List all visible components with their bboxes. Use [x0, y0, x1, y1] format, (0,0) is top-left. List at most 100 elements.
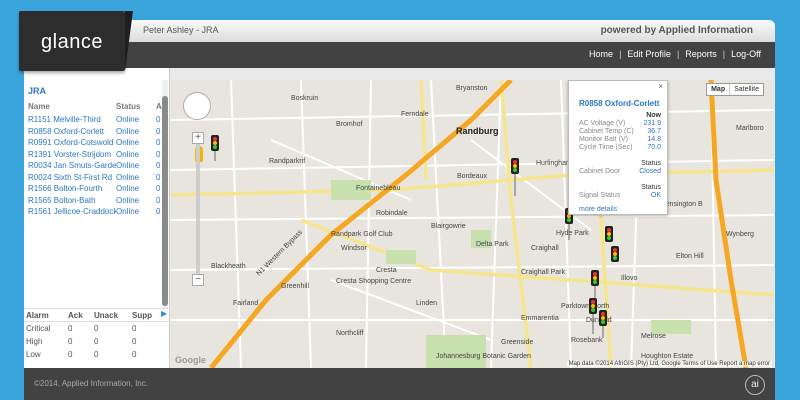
- item-status[interactable]: Online: [116, 160, 156, 172]
- alarm-unack: 0: [94, 324, 99, 333]
- list-item[interactable]: R1561 Jellicoe-Craddock Online 0: [28, 206, 164, 218]
- scroll-thumb[interactable]: [162, 96, 168, 306]
- map-label: Randburg: [456, 126, 499, 136]
- item-status[interactable]: Online: [116, 149, 156, 161]
- item-status[interactable]: Online: [116, 126, 156, 138]
- zoom-control[interactable]: + −: [192, 132, 204, 288]
- google-logo: Google: [175, 355, 206, 365]
- map-label: Randparkrif: [269, 158, 305, 165]
- info-title[interactable]: R0858 Oxford-Corlett: [579, 99, 661, 108]
- map-label: Greenhill: [281, 283, 309, 290]
- nav-reports[interactable]: Reports: [685, 49, 717, 59]
- map-label: Fontainebleau: [356, 185, 400, 192]
- info-status-label: Status: [641, 184, 661, 191]
- list-header: Name Status A: [28, 102, 164, 111]
- item-name[interactable]: R1566 Bolton-Fourth: [28, 183, 116, 195]
- info-row: Cabinet Temp (C) 36.7: [579, 128, 661, 136]
- nav-bar: Home | Edit Profile | Reports | Log-Off: [125, 42, 775, 68]
- item-name[interactable]: R0024 Sixth St-First Rd: [28, 172, 116, 184]
- item-status[interactable]: Online: [116, 206, 156, 218]
- signal-list: R1151 Melville-Third Online 0 R0858 Oxford…: [28, 114, 164, 218]
- header-strip: Peter Ashley - JRA powered by Applied In…: [125, 20, 775, 42]
- traffic-light-icon[interactable]: [599, 310, 607, 338]
- info-label: Monitor Batt (V): [579, 136, 629, 143]
- alarm-unack: 0: [94, 350, 99, 359]
- item-status[interactable]: Online: [116, 172, 156, 184]
- nav-log-off[interactable]: Log-Off: [731, 49, 761, 59]
- alarm-unack: 0: [94, 337, 99, 346]
- map-view[interactable]: Randburg Ferndale Bordeaux Randparkrif B…: [171, 80, 774, 368]
- map-label: Blackheath: [211, 263, 246, 270]
- panel-title[interactable]: JRA: [28, 86, 46, 96]
- map-attribution[interactable]: Map data ©2014 AfriGIS (Pty) Ltd, Google…: [566, 361, 772, 367]
- alarm-level: Critical: [26, 324, 51, 333]
- nav-edit-profile[interactable]: Edit Profile: [627, 49, 671, 59]
- map-label: Marlboro: [736, 125, 764, 132]
- more-details-link[interactable]: more details: [579, 206, 661, 213]
- info-label: AC Voltage (V): [579, 120, 626, 127]
- list-item[interactable]: R1565 Bolton-Bath Online 0: [28, 195, 164, 207]
- item-status[interactable]: Online: [116, 137, 156, 149]
- alarm-header: Alarm Ack Unack Supp: [24, 308, 170, 322]
- map-label: Bordeaux: [457, 173, 487, 180]
- list-item[interactable]: R1391 Vorster-Strijdom Online 0: [28, 149, 164, 161]
- map-canvas[interactable]: Randburg Ferndale Bordeaux Randparkrif B…: [171, 80, 774, 368]
- signal-status-value: OK: [650, 192, 661, 199]
- list-item[interactable]: R0034 Jan Smuts-Garden Online 0: [28, 160, 164, 172]
- map-label: Robindale: [376, 210, 408, 217]
- item-name[interactable]: R0991 Oxford-Cotswold: [28, 137, 116, 149]
- nav-home[interactable]: Home: [589, 49, 613, 59]
- map-type-map-button[interactable]: Map: [707, 84, 731, 95]
- list-item[interactable]: R0991 Oxford-Cotswold Online 0: [28, 137, 164, 149]
- zoom-in-button[interactable]: +: [192, 132, 204, 144]
- item-name[interactable]: R0034 Jan Smuts-Garden: [28, 160, 116, 172]
- traffic-light-icon[interactable]: [589, 298, 597, 334]
- traffic-light-icon[interactable]: [605, 226, 613, 242]
- map-label: Blairgowrie: [431, 223, 466, 230]
- item-name[interactable]: R1151 Melville-Third: [28, 114, 116, 126]
- map-label: Melrose: [641, 333, 666, 340]
- user-name: Peter Ashley - JRA: [143, 25, 219, 35]
- expand-arrow-icon[interactable]: ▶: [161, 309, 167, 318]
- item-name[interactable]: R1565 Bolton-Bath: [28, 195, 116, 207]
- close-icon[interactable]: ×: [658, 82, 663, 91]
- copyright: ©2014, Applied Information, Inc.: [34, 379, 148, 388]
- map-label: Bryanston: [456, 85, 488, 92]
- col-unack: Unack: [94, 311, 119, 320]
- alarm-supp: 0: [132, 350, 137, 359]
- list-item[interactable]: R0024 Sixth St-First Rd Online 0: [28, 172, 164, 184]
- item-name[interactable]: R0858 Oxford-Corlett: [28, 126, 116, 138]
- item-name[interactable]: R1391 Vorster-Strijdom: [28, 149, 116, 161]
- traffic-light-icon[interactable]: [511, 158, 519, 196]
- list-scrollbar[interactable]: [162, 80, 168, 308]
- list-item[interactable]: R1151 Melville-Third Online 0: [28, 114, 164, 126]
- info-row: Signal Status OK: [579, 192, 661, 200]
- item-name[interactable]: R1561 Jellicoe-Craddock: [28, 206, 116, 218]
- list-item[interactable]: R1566 Bolton-Fourth Online 0: [28, 183, 164, 195]
- list-item[interactable]: R0858 Oxford-Corlett Online 0: [28, 126, 164, 138]
- map-label: Ferndale: [401, 111, 429, 118]
- map-label: Greenside: [501, 339, 533, 346]
- traffic-light-icon[interactable]: [591, 270, 599, 298]
- map-label: Windsor: [341, 245, 367, 252]
- glance-logo[interactable]: glance: [19, 11, 133, 71]
- info-label: Signal Status: [579, 192, 621, 199]
- info-row: Cabinet Door Closed: [579, 168, 661, 176]
- map-type-satellite-button[interactable]: Satellite: [730, 84, 763, 95]
- pan-control[interactable]: [183, 92, 211, 120]
- traffic-light-icon[interactable]: [611, 246, 619, 262]
- traffic-light-icon[interactable]: [211, 135, 219, 161]
- zoom-out-button[interactable]: −: [192, 274, 204, 286]
- item-status[interactable]: Online: [116, 195, 156, 207]
- logo-text: glance: [41, 30, 103, 53]
- nav-separator: |: [676, 49, 680, 59]
- map-label: Hurlingham: [536, 160, 572, 167]
- signal-list-panel: JRA Name Status A R1151 Melville-Third On…: [24, 68, 170, 368]
- alarm-ack: 0: [68, 350, 73, 359]
- info-row: Status: [579, 184, 661, 192]
- item-status[interactable]: Online: [116, 183, 156, 195]
- zoom-slider[interactable]: [196, 144, 200, 274]
- item-status[interactable]: Online: [116, 114, 156, 126]
- alarm-table: Alarm Ack Unack Supp Critical 0 0 0 High 0 0 0…: [24, 308, 170, 361]
- info-value: 36.7: [647, 128, 661, 135]
